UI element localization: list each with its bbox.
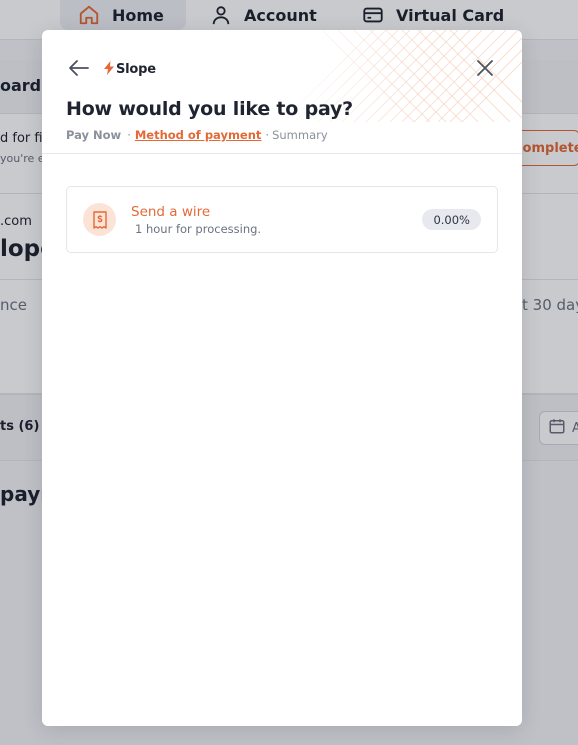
option-subtitle: 1 hour for processing. [135, 222, 262, 236]
logo-text: Slope [116, 62, 156, 77]
fee-badge: 0.00% [422, 209, 481, 230]
wire-option[interactable]: Send a wire 1 hour for processing. 0.00% [66, 186, 498, 253]
slope-logo: Slope [104, 60, 156, 79]
payment-method-modal: Slope How would you like to pay? Pay Now… [42, 30, 522, 726]
back-arrow-icon[interactable] [68, 58, 90, 78]
modal-title: How would you like to pay? [66, 98, 354, 120]
step-method-of-payment[interactable]: Method of payment [135, 128, 262, 142]
bolt-icon [104, 60, 114, 79]
close-icon[interactable] [476, 59, 494, 77]
step-breadcrumb: Pay Now · Method of payment · Summary [66, 128, 328, 142]
step-separator: · [127, 128, 131, 142]
step-summary: Summary [272, 128, 328, 142]
option-title: Send a wire [131, 204, 211, 220]
receipt-dollar-icon [83, 203, 116, 236]
step-pay-now: Pay Now [66, 128, 122, 142]
modal-header: Slope How would you like to pay? Pay Now… [42, 30, 522, 154]
step-separator: · [265, 128, 270, 142]
